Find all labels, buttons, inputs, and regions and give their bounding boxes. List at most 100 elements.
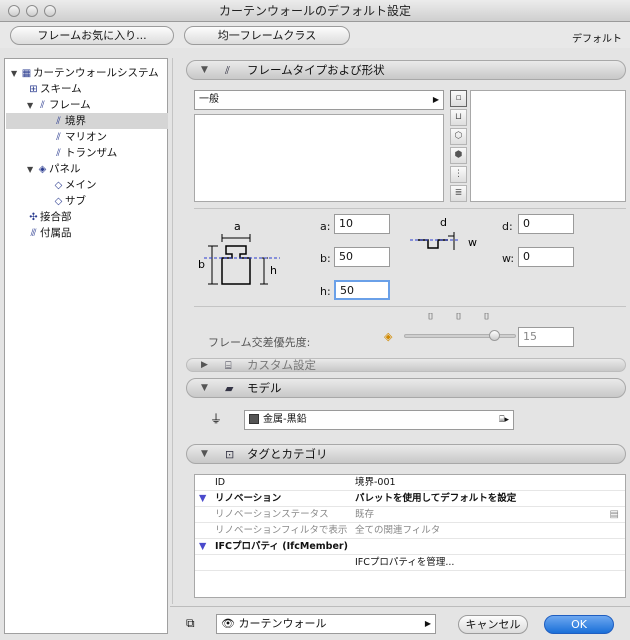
tree-item-scheme[interactable]: ⊞ スキーム	[27, 81, 81, 97]
material-bucket-icon: ⏚	[210, 412, 223, 426]
frame-type-list[interactable]	[194, 114, 444, 202]
dropdown-arrow-icon: ▶	[424, 619, 431, 628]
model-brush-icon: ▰	[225, 382, 234, 395]
tags-table: ID 境界-001 ▼ リノベーション パレットを使用してデフォルトを設定 リノ…	[194, 474, 626, 598]
model-section-header[interactable]: ▼ ▰ モデル	[186, 378, 626, 398]
transom-icon: ⫽	[56, 148, 61, 159]
diagram-label-a: a	[234, 220, 241, 233]
table-row[interactable]: ▼ IFCプロパティ (IfcMember)	[195, 539, 625, 555]
dropdown-arrow-icon: ▶	[432, 95, 439, 104]
b-input[interactable]: 50	[334, 247, 390, 267]
boundary-frame-icon: ⫽	[56, 116, 61, 127]
layer-dropdown[interactable]: 👁 カーテンウォール ▶	[216, 614, 436, 634]
frame-shape-list-icon[interactable]: ≣	[450, 185, 467, 202]
tree-item-junction[interactable]: ✣ 接合部	[27, 209, 71, 225]
w-label: w:	[502, 252, 515, 265]
tags-section-header[interactable]: ▼ ⊡ タグとカテゴリ	[186, 444, 626, 464]
priority-label: フレーム交差優先度:	[208, 336, 311, 349]
disclosure-open-icon[interactable]: ▼	[27, 98, 36, 114]
priority-slider-thumb[interactable]	[489, 330, 501, 341]
tree-item-boundary[interactable]: ⫽ 境界	[6, 113, 168, 129]
diagram-label-h: h	[270, 264, 277, 277]
default-label: デフォルト	[572, 34, 622, 45]
priority-input[interactable]: 15	[518, 327, 574, 347]
material-dropdown[interactable]: 金属-黒鉛 ⌸▸	[244, 410, 514, 430]
tree-item-sub-panel[interactable]: ◇ サブ	[52, 193, 86, 209]
frame-type-dropdown[interactable]: 一般 ▶	[194, 90, 444, 110]
custom-settings-section-header[interactable]: ▶ ⌸ カスタム設定	[186, 358, 626, 372]
frame-type-icon: ⫽	[225, 64, 230, 77]
table-row[interactable]: ▼ リノベーション パレットを使用してデフォルトを設定	[195, 491, 625, 507]
uniform-frame-class-button[interactable]: 均一フレームクラス	[184, 26, 350, 45]
junction-icon: ✣	[29, 212, 38, 223]
accessory-icon: ⫻	[30, 228, 37, 239]
layer-stack-icon: ⧉	[186, 616, 195, 630]
tree-item-main-panel[interactable]: ◇ メイン	[52, 177, 97, 193]
disclosure-open-icon[interactable]: ▼	[201, 61, 208, 80]
title-bar: カーテンウォールのデフォルト設定	[0, 0, 630, 22]
frame-shape-solid-icon[interactable]: ⬢	[450, 147, 467, 164]
frame-shape-box-icon[interactable]: ⊔	[450, 109, 467, 126]
d-label: d:	[502, 220, 513, 233]
priority-low-icon: ⌷	[428, 312, 434, 322]
a-label: a:	[320, 220, 331, 233]
h-input[interactable]: 50	[334, 280, 390, 300]
diagram-label-d: d	[440, 216, 447, 229]
cancel-button[interactable]: キャンセル	[458, 615, 528, 634]
table-row[interactable]: IFCプロパティを管理...	[195, 555, 625, 571]
panel-icon: ◈	[38, 164, 47, 175]
tree-item-accessory[interactable]: ⫻ 付属品	[27, 225, 72, 241]
frame-shape-rail-icon[interactable]: ⋮	[450, 166, 467, 183]
divider	[194, 306, 626, 307]
frame-shape-hex-icon[interactable]: ⬡	[450, 128, 467, 145]
b-label: b:	[320, 252, 331, 265]
frame-preview	[470, 90, 626, 202]
close-window-button[interactable]	[8, 5, 20, 17]
manage-ifc-link[interactable]: IFCプロパティを管理...	[355, 555, 454, 571]
custom-settings-icon: ⌸	[225, 359, 232, 372]
table-row[interactable]: リノベーションフィルタで表示 全ての関連フィルタ	[195, 523, 625, 539]
tree-item-curtain-wall-system[interactable]: ▼ ▦ カーテンウォールシステム	[11, 65, 159, 81]
tag-icon: ⊡	[225, 448, 235, 461]
toolbar: フレームお気に入り... 均一フレームクラス デフォルト	[0, 22, 630, 48]
table-row[interactable]: リノベーションステータス 既存 ▤	[195, 507, 625, 523]
diagram-label-b: b	[198, 258, 205, 271]
sub-panel-icon: ◇	[54, 196, 63, 207]
priority-slider[interactable]	[404, 330, 516, 341]
tree-item-frame[interactable]: ▼ ⫽ フレーム	[27, 97, 91, 113]
minimize-window-button[interactable]	[26, 5, 38, 17]
ok-button[interactable]: OK	[544, 615, 614, 634]
bottom-bar: ⧉ 👁 カーテンウォール ▶ キャンセル OK	[170, 606, 630, 640]
divider	[194, 208, 626, 209]
a-input[interactable]: 10	[334, 214, 390, 234]
frame-shape-generic-icon[interactable]: ▫	[450, 90, 467, 107]
priority-high-icon: ⌷	[484, 312, 490, 322]
frame-favorites-button[interactable]: フレームお気に入り...	[10, 26, 174, 45]
disclosure-closed-icon[interactable]: ▶	[201, 359, 208, 372]
curtain-wall-icon: ▦	[21, 68, 32, 79]
scheme-icon: ⊞	[29, 84, 38, 95]
disclosure-open-icon[interactable]: ▼	[201, 445, 208, 464]
main-panel-icon: ◇	[54, 180, 63, 191]
frame-offset-diagram: d w	[410, 216, 477, 250]
zoom-window-button[interactable]	[44, 5, 56, 17]
disclosure-open-icon[interactable]: ▼	[201, 379, 208, 398]
panel-splitter[interactable]	[172, 58, 176, 604]
window-title: カーテンウォールのデフォルト設定	[218, 4, 411, 18]
disclosure-open-icon[interactable]: ▼	[11, 66, 20, 82]
tree-item-transom[interactable]: ⫽ トランザム	[52, 145, 117, 161]
disclosure-open-icon[interactable]: ▼	[199, 539, 206, 555]
table-row[interactable]: ID 境界-001	[195, 475, 625, 491]
diagram-label-w: w	[468, 236, 477, 249]
h-label: h:	[320, 285, 331, 298]
d-input[interactable]: 0	[518, 214, 574, 234]
disclosure-open-icon[interactable]: ▼	[27, 162, 36, 178]
material-menu-icon: ⌸▸	[499, 415, 509, 425]
tree-item-panel[interactable]: ▼ ◈ パネル	[27, 161, 81, 177]
tree-item-mullion[interactable]: ⫽ マリオン	[52, 129, 107, 145]
frame-type-section-header[interactable]: ▼ ⫽ フレームタイプおよび形状	[186, 60, 626, 80]
renovation-status-icon: ▤	[609, 509, 619, 520]
frame-icon: ⫽	[40, 100, 45, 111]
w-input[interactable]: 0	[518, 247, 574, 267]
disclosure-open-icon[interactable]: ▼	[199, 491, 206, 507]
